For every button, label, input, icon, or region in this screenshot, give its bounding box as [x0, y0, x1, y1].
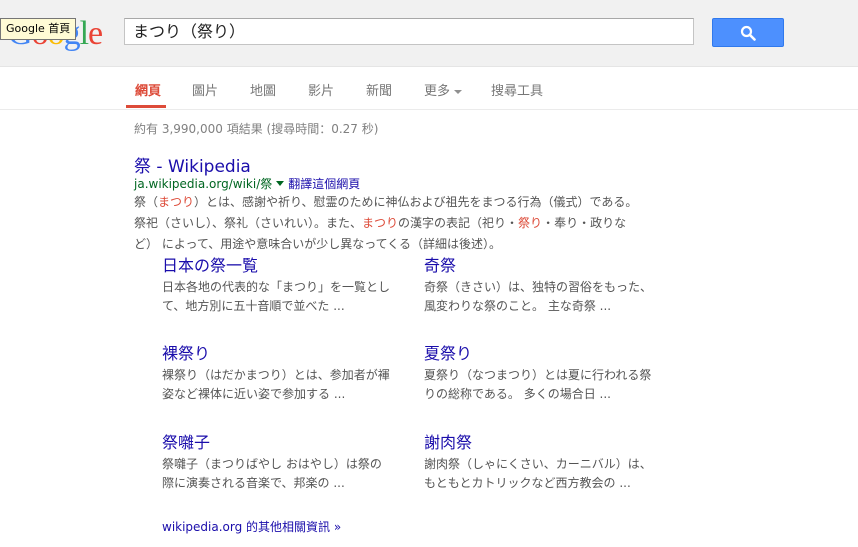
sitelink-desc: 謝肉祭（しゃにくさい、カーニバル）は、もともとカトリックなど西方教会の ... — [424, 457, 652, 490]
tab-maps[interactable]: 地圖 — [250, 80, 276, 99]
translate-link[interactable]: 翻譯這個網頁 — [288, 177, 360, 191]
snippet-highlight: 祭り — [518, 216, 543, 230]
snippet-highlight: まつり — [158, 195, 195, 209]
logo-letter: e — [88, 15, 103, 52]
chevron-down-icon — [454, 89, 463, 94]
magnifier-icon — [740, 25, 756, 41]
tab-web[interactable]: 網頁 — [135, 80, 161, 99]
snippet-highlight: まつり — [362, 216, 399, 230]
sitelink-title[interactable]: 奇祭 — [424, 256, 654, 276]
tab-news[interactable]: 新聞 — [366, 80, 392, 99]
logo-tooltip: Google 首頁 — [0, 18, 77, 40]
logo-letter: l — [79, 15, 90, 52]
tab-images[interactable]: 圖片 — [192, 80, 218, 99]
sitelink-title[interactable]: 夏祭り — [424, 344, 654, 364]
sitelink-desc: 祭囃子（まつりばやし おはやし）は祭の際に演奏される音楽で、邦楽の ... — [162, 457, 382, 490]
sitelink: 日本の祭一覧 日本各地の代表的な「まつり」を一覧として、地方別に五十音順で並べた… — [162, 256, 392, 316]
sitelink: 裸祭り 裸祭り（はだかまつり）とは、参加者が褌姿など裸体に近い姿で参加する ..… — [162, 344, 392, 404]
dropdown-arrow-icon[interactable] — [276, 181, 285, 186]
sitelink-title[interactable]: 日本の祭一覧 — [162, 256, 392, 276]
sitelink-desc: 日本各地の代表的な「まつり」を一覧として、地方別に五十音順で並べた ... — [162, 280, 391, 313]
more-results-link[interactable]: wikipedia.org 的其他相關資訊 » — [162, 518, 341, 535]
sitelink-title[interactable]: 裸祭り — [162, 344, 392, 364]
sitelink-desc: 裸祭り（はだかまつり）とは、参加者が褌姿など裸体に近い姿で参加する ... — [162, 368, 390, 401]
search-tabs: 網頁 圖片 地圖 影片 新聞 更多 搜尋工具 — [0, 67, 858, 110]
sitelink-title[interactable]: 祭囃子 — [162, 433, 392, 453]
sitelink-desc: 夏祭り（なつまつり）とは夏に行われる祭りの総称である。 多くの場合日 ... — [424, 368, 652, 401]
result-snippet: 祭（まつり）とは、感謝や祈り、慰霊のために神仏および祖先をまつる行為（儀式）であ… — [134, 192, 644, 255]
header-bar: Google Google 首頁 まつり（祭り） — [0, 0, 858, 67]
result-stats: 約有 3,990,000 項結果 (搜尋時間：0.27 秒) — [134, 122, 379, 136]
sitelink-desc: 奇祭（きさい）は、独特の習俗をもった、風変わりな祭のこと。 主な奇祭 ... — [424, 280, 653, 313]
sitelink-title[interactable]: 謝肉祭 — [424, 433, 654, 453]
sitelink: 祭囃子 祭囃子（まつりばやし おはやし）は祭の際に演奏される音楽で、邦楽の ..… — [162, 433, 392, 493]
result-url-line: ja.wikipedia.org/wiki/祭 翻譯這個網頁 — [134, 175, 360, 192]
tab-more[interactable]: 更多 — [424, 80, 463, 99]
result-title-link[interactable]: 祭 - Wikipedia — [134, 152, 251, 177]
result-url: ja.wikipedia.org/wiki/祭 — [134, 177, 273, 191]
tab-more-label: 更多 — [424, 84, 451, 99]
snippet-text: 祭（ — [134, 195, 159, 209]
tab-videos[interactable]: 影片 — [308, 80, 334, 99]
active-tab-indicator — [126, 105, 166, 108]
sitelink: 謝肉祭 謝肉祭（しゃにくさい、カーニバル）は、もともとカトリックなど西方教会の … — [424, 433, 654, 493]
search-button[interactable] — [712, 18, 784, 47]
sitelink: 奇祭 奇祭（きさい）は、独特の習俗をもった、風変わりな祭のこと。 主な奇祭 ..… — [424, 256, 654, 316]
tab-search-tools[interactable]: 搜尋工具 — [491, 80, 543, 99]
snippet-text: の漢字の表記（祀り・ — [398, 216, 519, 230]
sitelink: 夏祭り 夏祭り（なつまつり）とは夏に行われる祭りの総称である。 多くの場合日 .… — [424, 344, 654, 404]
search-input[interactable]: まつり（祭り） — [124, 18, 694, 45]
